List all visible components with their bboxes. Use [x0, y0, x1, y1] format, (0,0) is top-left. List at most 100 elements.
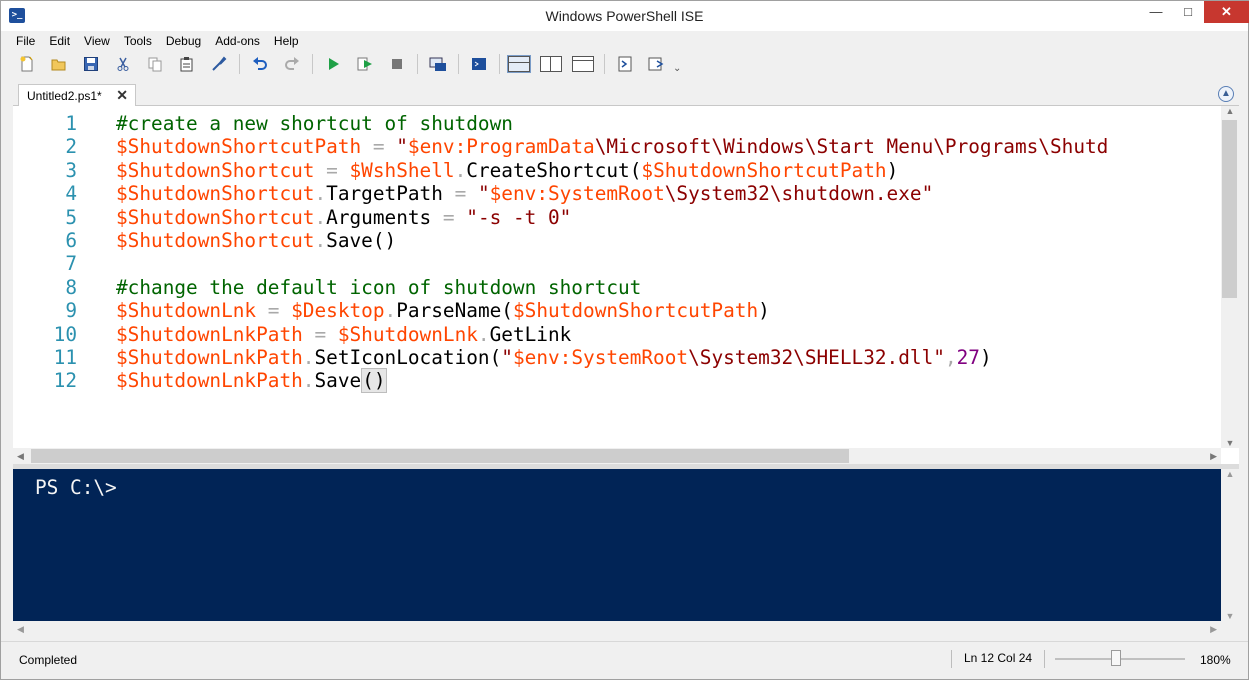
scroll-up-icon[interactable]: ▲	[1221, 469, 1239, 479]
line-number: 8	[65, 275, 77, 299]
line-number: 1	[65, 112, 77, 135]
clear-pane-icon[interactable]	[207, 53, 231, 75]
code-token: #create a new shortcut of shutdown	[116, 112, 513, 135]
layout-max-icon[interactable]	[572, 56, 594, 72]
menu-tools[interactable]: Tools	[117, 33, 159, 51]
code-text: #change the default icon of shutdown sho…	[116, 276, 641, 299]
show-addon-icon[interactable]	[645, 53, 669, 75]
code-token: $ShutdownShortcut	[116, 229, 315, 252]
menu-file[interactable]: File	[9, 33, 42, 51]
code-token: Save	[314, 369, 362, 393]
menu-help[interactable]: Help	[267, 33, 306, 51]
code-token: $ShutdownShortcut	[116, 158, 315, 182]
maximize-button[interactable]: □	[1173, 1, 1203, 23]
toolbar-overflow-icon[interactable]: ⌄	[673, 63, 681, 74]
scroll-up-icon[interactable]: ▲	[1221, 106, 1239, 116]
line-number: 3	[65, 158, 77, 182]
undo-icon[interactable]	[248, 53, 272, 75]
zoom-level: 180%	[1200, 653, 1231, 667]
paste-icon[interactable]	[175, 53, 199, 75]
code-token: Arguments	[326, 205, 432, 229]
console-prompt: PS C:\>	[35, 476, 117, 499]
stop-icon[interactable]	[385, 53, 409, 75]
console-horizontal-scrollbar[interactable]: ◀ ▶	[13, 621, 1239, 637]
code-token: $ShutdownShortcut	[116, 182, 315, 206]
code-token: \Microsoft\Windows\Start Menu\Programs\S…	[594, 135, 1109, 159]
cut-icon[interactable]	[111, 53, 135, 75]
redo-icon[interactable]	[280, 53, 304, 75]
status-separator	[951, 650, 952, 668]
layout-top-icon[interactable]	[507, 55, 531, 73]
code-token: $ShutdownShortcutPath	[641, 158, 887, 182]
scroll-left-icon[interactable]: ◀	[17, 448, 24, 464]
save-icon[interactable]	[79, 53, 103, 75]
tab-label: Untitled2.ps1*	[27, 89, 102, 103]
line-number: 12	[53, 369, 77, 393]
code-token: .	[477, 322, 490, 346]
code-token: "	[477, 182, 490, 206]
code-text: $ShutdownShortcutPath = "$env:ProgramDat…	[116, 135, 1108, 158]
editor-horizontal-scrollbar[interactable]: ◀ ▶	[13, 448, 1221, 464]
line-number: 5	[65, 205, 77, 229]
show-commands-icon[interactable]	[613, 53, 637, 75]
scroll-down-icon[interactable]: ▼	[1221, 438, 1239, 448]
tab-untitled2[interactable]: Untitled2.ps1* ✕	[18, 84, 136, 107]
console-vertical-scrollbar[interactable]: ▲ ▼	[1221, 469, 1239, 621]
toolbar-separator	[499, 54, 500, 74]
toolbar-separator	[604, 54, 605, 74]
new-icon[interactable]	[15, 53, 39, 75]
code-token: $WshShell	[349, 158, 455, 182]
script-tab-strip: Untitled2.ps1* ✕	[13, 84, 1239, 107]
minimize-button[interactable]: —	[1141, 1, 1171, 23]
code-text: $ShutdownLnk = $Desktop.ParseName($Shutd…	[116, 299, 770, 322]
scroll-down-icon[interactable]: ▼	[1221, 611, 1239, 621]
script-editor[interactable]: 1 #create a new shortcut of shutdown 2 $Shu…	[13, 106, 1239, 464]
menu-edit[interactable]: Edit	[42, 33, 77, 51]
code-text: $ShutdownShortcut.TargetPath = "$env:Sys…	[116, 182, 933, 205]
scroll-right-icon[interactable]: ▶	[1210, 621, 1217, 637]
console-icon[interactable]	[467, 53, 491, 75]
layout-right-icon[interactable]	[540, 56, 562, 72]
code-token: )	[758, 299, 770, 323]
menu-view[interactable]: View	[77, 33, 117, 51]
cursor-position: Ln 12 Col 24	[964, 651, 1033, 665]
code-token: =	[361, 135, 397, 159]
code-token: $Desktop	[291, 299, 385, 323]
scroll-left-icon[interactable]: ◀	[17, 621, 24, 637]
code-token: $ShutdownLnkPath	[116, 369, 303, 393]
editor-vertical-scrollbar[interactable]: ▲ ▼	[1221, 106, 1239, 448]
run-icon[interactable]	[321, 53, 345, 75]
code-token: ,	[944, 346, 957, 369]
run-selection-icon[interactable]	[353, 53, 377, 75]
code-token: "	[396, 135, 408, 159]
console-pane[interactable]: PS C:\>	[13, 469, 1221, 621]
copy-icon[interactable]	[143, 53, 167, 75]
status-text: Completed	[19, 653, 78, 667]
code-token: .	[454, 158, 467, 182]
zoom-slider-thumb[interactable]	[1111, 650, 1122, 666]
remote-powershell-icon[interactable]	[426, 53, 450, 75]
line-number: 10	[53, 322, 77, 346]
window-title: Windows PowerShell ISE	[545, 8, 704, 24]
code-token: GetLink	[489, 322, 572, 346]
scroll-thumb[interactable]	[1222, 120, 1237, 298]
tab-close-icon[interactable]: ✕	[116, 87, 128, 104]
scroll-right-icon[interactable]: ▶	[1210, 448, 1217, 464]
code-token: SetIconLocation(	[314, 346, 502, 369]
open-icon[interactable]	[47, 53, 71, 75]
code-token: Save()	[326, 229, 397, 252]
code-token: $ShutdownShortcutPath	[512, 299, 759, 323]
code-text: $ShutdownShortcut.Arguments = "-s -t 0"	[116, 206, 571, 229]
menu-debug[interactable]: Debug	[159, 33, 208, 51]
close-button[interactable]: ✕	[1204, 1, 1249, 23]
code-text: $ShutdownLnkPath.SetIconLocation("$env:S…	[116, 346, 992, 369]
code-token: .	[302, 346, 315, 369]
code-token: $ShutdownLnkPath	[116, 346, 303, 369]
collapse-script-pane-icon[interactable]: ▲	[1218, 86, 1234, 102]
code-token: $ShutdownLnkPath	[116, 322, 303, 346]
scroll-thumb[interactable]	[31, 449, 849, 463]
line-number: 9	[65, 299, 77, 323]
menu-add-ons[interactable]: Add-ons	[208, 33, 267, 51]
code-token: $ShutdownLnk	[116, 299, 257, 323]
toolbar-separator	[458, 54, 459, 74]
